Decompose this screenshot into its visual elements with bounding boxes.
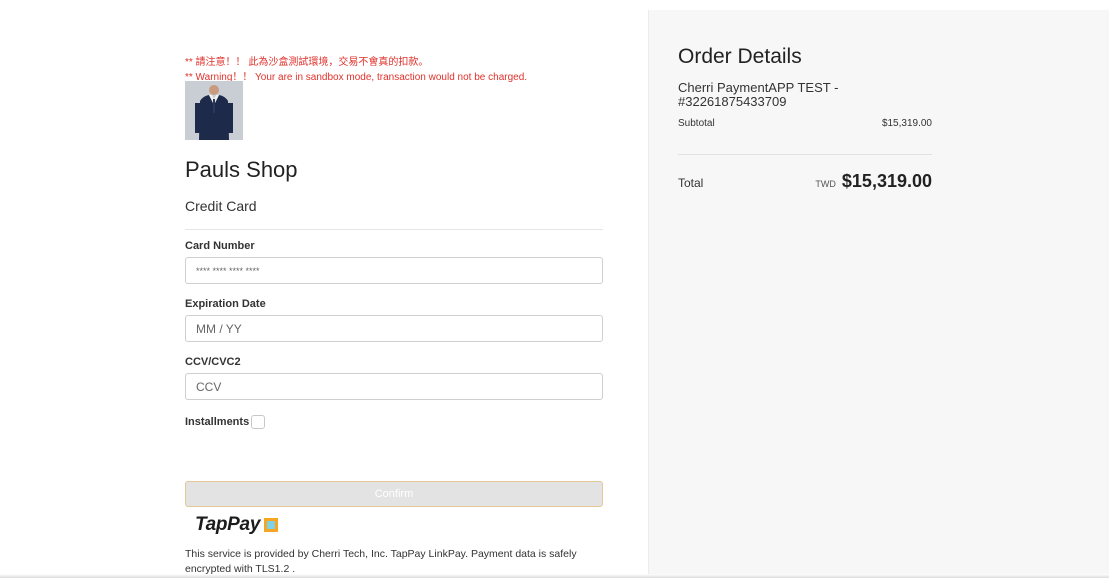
subtotal-value: $15,319.00 <box>881 118 932 129</box>
suit-figure-icon <box>185 81 243 140</box>
payment-method-title: Credit Card <box>185 198 257 214</box>
order-divider <box>678 154 932 155</box>
tappay-logo: TapPay <box>195 513 279 537</box>
expiration-date-label: Expiration Date <box>185 298 266 310</box>
card-number-input[interactable] <box>185 257 603 284</box>
order-name: Cherri PaymentAPP TEST - #32261875433709 <box>678 80 839 109</box>
confirm-button[interactable]: Confirm <box>185 481 603 507</box>
order-details-title: Order Details <box>678 45 802 68</box>
shop-name: Pauls Shop <box>185 157 298 182</box>
installments-checkbox[interactable] <box>251 415 265 429</box>
ccv-label: CCV/CVC2 <box>185 356 241 368</box>
product-image <box>185 81 243 140</box>
total-amount: TWD $15,319.00 <box>815 171 932 192</box>
sandbox-warning-zh: ** 請注意！！ 此為沙盒測試環境，交易不會真的扣款。 <box>185 57 429 68</box>
tappay-logo-text: TapPay <box>195 514 261 535</box>
card-number-label: Card Number <box>185 240 255 252</box>
security-notice: This service is provided by Cherri Tech,… <box>185 548 577 575</box>
bottom-edge-shadow <box>0 574 1109 578</box>
subtotal-label: Subtotal <box>678 118 715 129</box>
total-label: Total <box>678 176 704 190</box>
total-currency: TWD <box>815 179 836 189</box>
installments-label: Installments <box>185 416 250 428</box>
tappay-logo-mark-icon <box>264 518 279 532</box>
total-value: $15,319.00 <box>841 171 932 191</box>
section-divider <box>185 229 603 230</box>
ccv-input[interactable] <box>185 373 603 400</box>
expiration-date-input[interactable] <box>185 315 603 342</box>
